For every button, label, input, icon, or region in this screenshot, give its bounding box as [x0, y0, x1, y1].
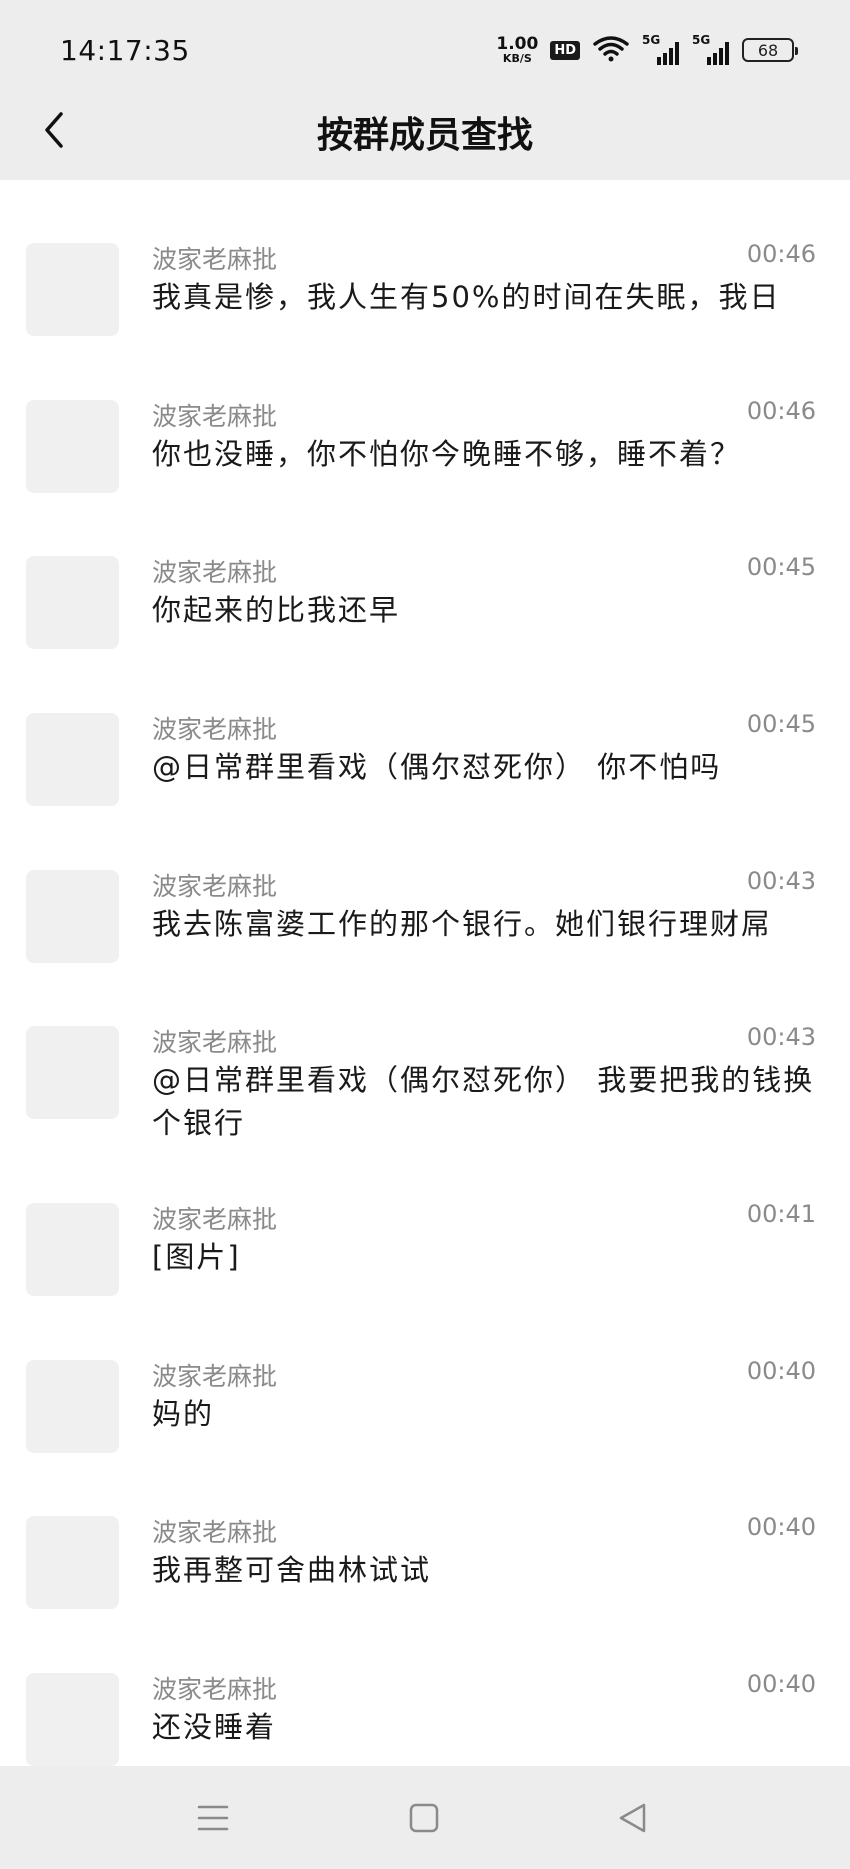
message-item[interactable]: 波家老麻批 00:40 还没睡着 — [0, 1610, 850, 1766]
battery-icon: 68 — [742, 38, 798, 62]
sender-name: 波家老麻批 — [152, 245, 278, 274]
message-item[interactable]: 波家老麻批 00:43 @日常群里看戏（偶尔怼死你） 我要把我的钱换个银行 — [0, 963, 850, 1153]
sender-name: 波家老麻批 — [152, 1205, 278, 1234]
message-item[interactable]: 波家老麻批 00:43 我去陈富婆工作的那个银行。她们银行理财屌 — [0, 807, 850, 963]
message-text: 我去陈富婆工作的那个银行。她们银行理财屌 — [152, 907, 773, 941]
message-time: 00:40 — [746, 1670, 816, 1698]
status-bar: 14:17:35 1.00 KB/S HD 5G 5G 68 — [0, 0, 850, 100]
message-text: 你起来的比我还早 — [152, 593, 401, 627]
network-speed-value: 1.00 — [496, 34, 539, 54]
avatar — [26, 1360, 119, 1453]
menu-icon — [197, 1805, 229, 1831]
sender-name: 波家老麻批 — [152, 402, 278, 431]
network-speed-unit: KB/S — [502, 52, 532, 65]
menu-button[interactable] — [183, 1796, 243, 1840]
message-time: 00:41 — [746, 1200, 816, 1228]
avatar — [26, 243, 119, 336]
sender-name: 波家老麻批 — [152, 1028, 278, 1057]
message-item[interactable]: 波家老麻批 00:41 [图片] — [0, 1140, 850, 1296]
avatar — [26, 1516, 119, 1609]
page-title: 按群成员查找 — [316, 115, 533, 156]
wifi-icon — [592, 33, 630, 67]
avatar — [26, 713, 119, 806]
message-time: 00:40 — [746, 1513, 816, 1541]
message-item[interactable]: 波家老麻批 00:46 你也没睡，你不怕你今晚睡不够，睡不着？ — [0, 337, 850, 493]
nav-header: 按群成员查找 — [0, 100, 850, 180]
hd-badge: HD — [550, 40, 580, 60]
avatar — [26, 400, 119, 493]
top-area: 14:17:35 1.00 KB/S HD 5G 5G 68 按群成员查找 — [0, 0, 850, 180]
message-text: 我再整可舍曲林试试 — [152, 1553, 432, 1587]
message-item[interactable]: 波家老麻批 00:45 @日常群里看戏（偶尔怼死你） 你不怕吗 — [0, 650, 850, 806]
sender-name: 波家老麻批 — [152, 1362, 278, 1391]
network-speed: 1.00 KB/S — [496, 34, 539, 65]
triangle-back-icon — [619, 1803, 646, 1833]
message-text: 你也没睡，你不怕你今晚睡不够，睡不着？ — [152, 437, 742, 471]
avatar — [26, 556, 119, 649]
message-item[interactable]: 波家老麻批 00:46 我真是惨，我人生有50%的时间在失眠，我日 — [0, 180, 850, 336]
message-time: 00:46 — [746, 397, 816, 425]
message-time: 00:43 — [746, 1023, 816, 1051]
message-text: 我真是惨，我人生有50%的时间在失眠，我日 — [152, 280, 781, 314]
message-text: @日常群里看戏（偶尔怼死你） 你不怕吗 — [152, 750, 722, 784]
battery-level: 68 — [757, 40, 779, 60]
message-time: 00:40 — [746, 1357, 816, 1385]
sender-name: 波家老麻批 — [152, 1675, 278, 1704]
avatar — [26, 1026, 119, 1119]
home-button[interactable] — [394, 1796, 454, 1840]
message-time: 00:45 — [746, 710, 816, 738]
avatar — [26, 870, 119, 963]
status-time: 14:17:35 — [60, 34, 190, 67]
signal-icon-sim1: 5G — [642, 33, 680, 65]
avatar — [26, 1203, 119, 1296]
message-time: 00:43 — [746, 867, 816, 895]
status-icons: 1.00 KB/S HD 5G 5G 68 — [496, 32, 798, 68]
system-navigation-bar — [0, 1766, 850, 1869]
message-text: 还没睡着 — [152, 1710, 277, 1744]
message-item[interactable]: 波家老麻批 00:40 妈的 — [0, 1297, 850, 1453]
sender-name: 波家老麻批 — [152, 558, 278, 587]
message-item[interactable]: 波家老麻批 00:45 你起来的比我还早 — [0, 493, 850, 649]
system-back-button[interactable] — [603, 1796, 663, 1840]
sender-name: 波家老麻批 — [152, 1518, 278, 1547]
sender-name: 波家老麻批 — [152, 872, 278, 901]
message-time: 00:45 — [746, 553, 816, 581]
sender-name: 波家老麻批 — [152, 715, 278, 744]
message-text: [图片] — [152, 1240, 241, 1274]
square-home-icon — [409, 1803, 439, 1833]
message-text: 妈的 — [152, 1397, 215, 1431]
message-time: 00:46 — [746, 240, 816, 268]
avatar — [26, 1673, 119, 1766]
message-text: @日常群里看戏（偶尔怼死你） 我要把我的钱换个银行 — [152, 1063, 815, 1140]
signal-icon-sim2: 5G — [692, 33, 730, 65]
message-item[interactable]: 波家老麻批 00:40 我再整可舍曲林试试 — [0, 1453, 850, 1609]
